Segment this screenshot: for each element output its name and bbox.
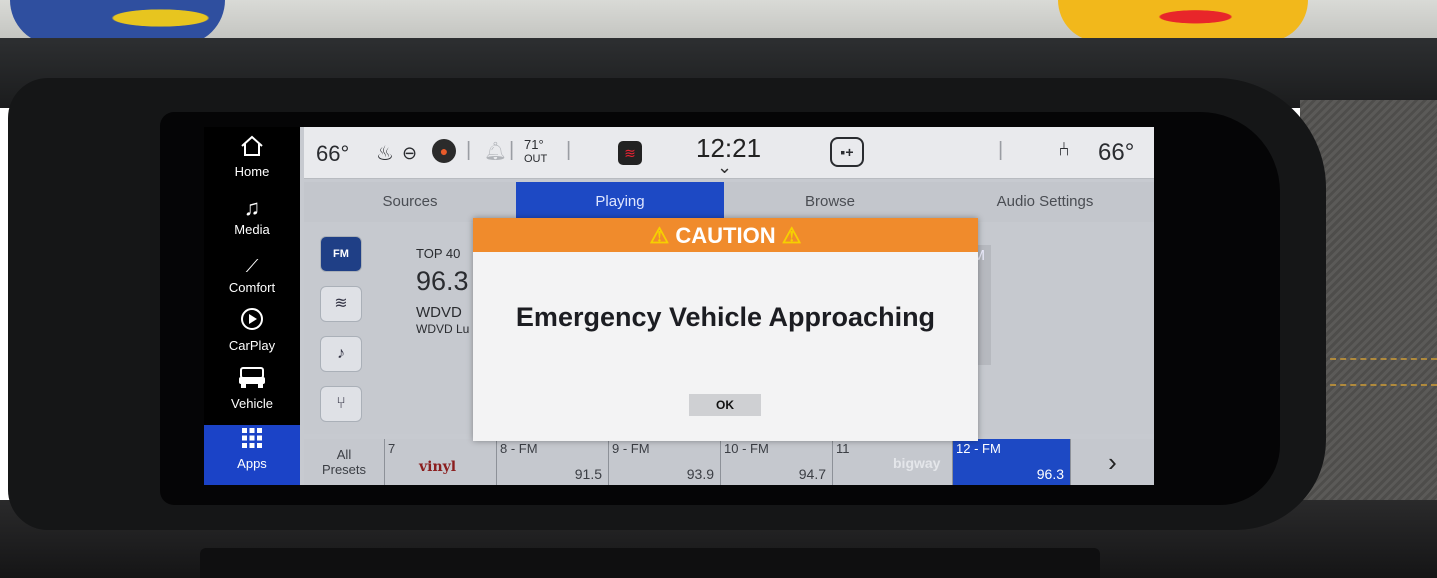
heated-seat-icon[interactable]: ♨ — [376, 141, 394, 166]
passenger-temperature[interactable]: 66° — [1098, 139, 1134, 167]
sidebar: Home ♫ Media ⟋ Comfort CarPlay Vehicle A… — [204, 127, 300, 485]
home-icon — [204, 133, 300, 165]
preset-7[interactable]: 7 vinyl — [384, 439, 496, 485]
passenger-seat-icon[interactable]: ⑃ — [1058, 139, 1070, 162]
source-bluetooth-audio-button[interactable]: ♪ — [320, 336, 362, 372]
sidebar-item-apps[interactable]: Apps — [204, 425, 300, 485]
bigway-station-logo: bigway — [893, 455, 941, 471]
outside-temperature: 71° — [524, 137, 544, 152]
sidebar-item-comfort[interactable]: ⟋ Comfort — [204, 249, 300, 307]
station-name: WDVD — [416, 304, 462, 321]
status-bar: 66° ♨ ⊖ ● | 🔔︎ | 71° OUT | ≋ 12:21 ⌄ ▪+ … — [304, 127, 1154, 179]
preset-11[interactable]: 11 bigway — [832, 439, 952, 485]
tab-browse[interactable]: Browse — [724, 182, 936, 222]
preset-bar: All Presets 7 vinyl 8 - FM 91.5 9 - FM 9… — [304, 439, 1154, 485]
vinyl-station-logo: vinyl — [419, 459, 457, 475]
preset-12[interactable]: 12 - FM 96.3 — [952, 439, 1070, 485]
tab-playing[interactable]: Playing — [516, 182, 724, 222]
carplay-icon — [204, 307, 300, 339]
dialog-title: CAUTION — [675, 223, 776, 248]
sidebar-item-home[interactable]: Home — [204, 133, 300, 191]
tab-sources[interactable]: Sources — [304, 182, 516, 222]
user-profile-icon[interactable]: ● — [432, 139, 456, 163]
warning-icon: ⚠ — [649, 223, 670, 248]
preset-10[interactable]: 10 - FM 94.7 — [720, 439, 832, 485]
driver-temperature[interactable]: 66° — [316, 141, 349, 167]
preset-9[interactable]: 9 - FM 93.9 — [608, 439, 720, 485]
chevron-right-icon[interactable]: › — [1070, 439, 1154, 485]
all-presets-button[interactable]: All Presets — [304, 439, 384, 485]
air-vent — [200, 548, 1100, 578]
apps-grid-icon — [204, 425, 300, 457]
source-satellite-button[interactable]: ≋ — [320, 286, 362, 322]
source-usb-button[interactable]: ⑂ — [320, 386, 362, 422]
caution-dialog: ⚠ CAUTION ⚠ Emergency Vehicle Approachin… — [473, 218, 978, 441]
station-frequency: 96.3 — [416, 266, 469, 296]
chevron-down-icon[interactable]: ⌄ — [717, 157, 732, 178]
separator-4: | — [998, 139, 1004, 161]
media-tabs: Sources Playing Browse Audio Settings — [304, 182, 1154, 222]
edit-shortcuts-icon[interactable]: ▪+ — [830, 137, 864, 167]
music-note-icon: ♫ — [243, 195, 261, 220]
warning-icon: ⚠ — [781, 223, 802, 248]
tab-audio-settings[interactable]: Audio Settings — [936, 182, 1154, 222]
separator-3: | — [566, 139, 572, 161]
preset-8[interactable]: 8 - FM 91.5 — [496, 439, 608, 485]
separator-2: | — [509, 139, 515, 161]
vehicle-icon — [204, 365, 300, 397]
ok-button[interactable]: OK — [689, 394, 761, 416]
sidebar-item-carplay[interactable]: CarPlay — [204, 307, 300, 365]
outside-label: OUT — [524, 153, 548, 165]
station-subtitle: WDVD Lu — [416, 322, 470, 336]
separator-1: | — [466, 139, 472, 161]
seat-comfort-icon: ⟋ — [245, 256, 259, 276]
steering-heat-icon[interactable]: ⊖ — [402, 143, 417, 164]
dash-toy-right — [1058, 0, 1308, 42]
source-fm-button[interactable]: FM — [320, 236, 362, 272]
sidebar-item-media[interactable]: ♫ Media — [204, 191, 300, 249]
wifi-hotspot-icon[interactable]: ≋ — [618, 141, 642, 165]
sidebar-item-vehicle[interactable]: Vehicle — [204, 365, 300, 423]
notification-bell-icon[interactable]: 🔔︎ — [484, 141, 507, 162]
station-category: TOP 40 — [416, 246, 461, 261]
dialog-message: Emergency Vehicle Approaching — [515, 302, 936, 332]
dialog-header: ⚠ CAUTION ⚠ — [473, 218, 978, 252]
